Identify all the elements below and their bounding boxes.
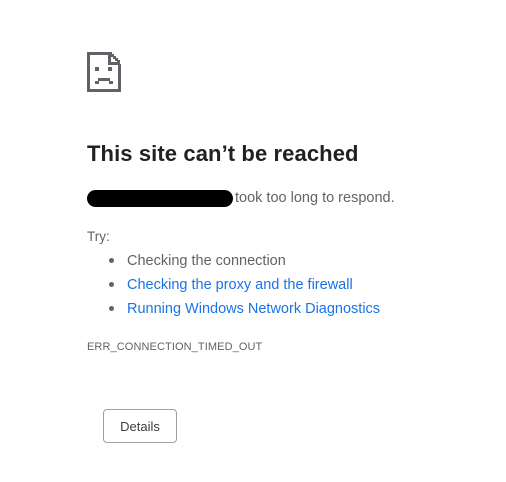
bullet-icon xyxy=(109,282,114,287)
bullet-icon xyxy=(109,306,114,311)
error-code: ERR_CONNECTION_TIMED_OUT xyxy=(87,341,263,353)
suggestions-list: Checking the connection Checking the pro… xyxy=(106,251,380,323)
network-diagnostics-link[interactable]: Running Windows Network Diagnostics xyxy=(127,301,380,317)
suggestion-network-diagnostics: Running Windows Network Diagnostics xyxy=(106,299,380,323)
details-button[interactable]: Details xyxy=(103,409,177,443)
try-label: Try: xyxy=(87,229,110,244)
suggestion-check-connection: Checking the connection xyxy=(106,251,380,275)
check-proxy-firewall-link[interactable]: Checking the proxy and the firewall xyxy=(127,277,353,293)
bullet-icon xyxy=(109,258,114,263)
sad-page-icon xyxy=(87,52,121,92)
suggestion-check-proxy-firewall: Checking the proxy and the firewall xyxy=(106,275,380,299)
error-summary-text: took too long to respond. xyxy=(235,190,395,206)
error-title: This site can’t be reached xyxy=(87,141,359,166)
redacted-hostname xyxy=(87,189,233,207)
suggestion-label: Checking the connection xyxy=(127,253,286,269)
error-summary: took too long to respond. xyxy=(87,188,395,208)
